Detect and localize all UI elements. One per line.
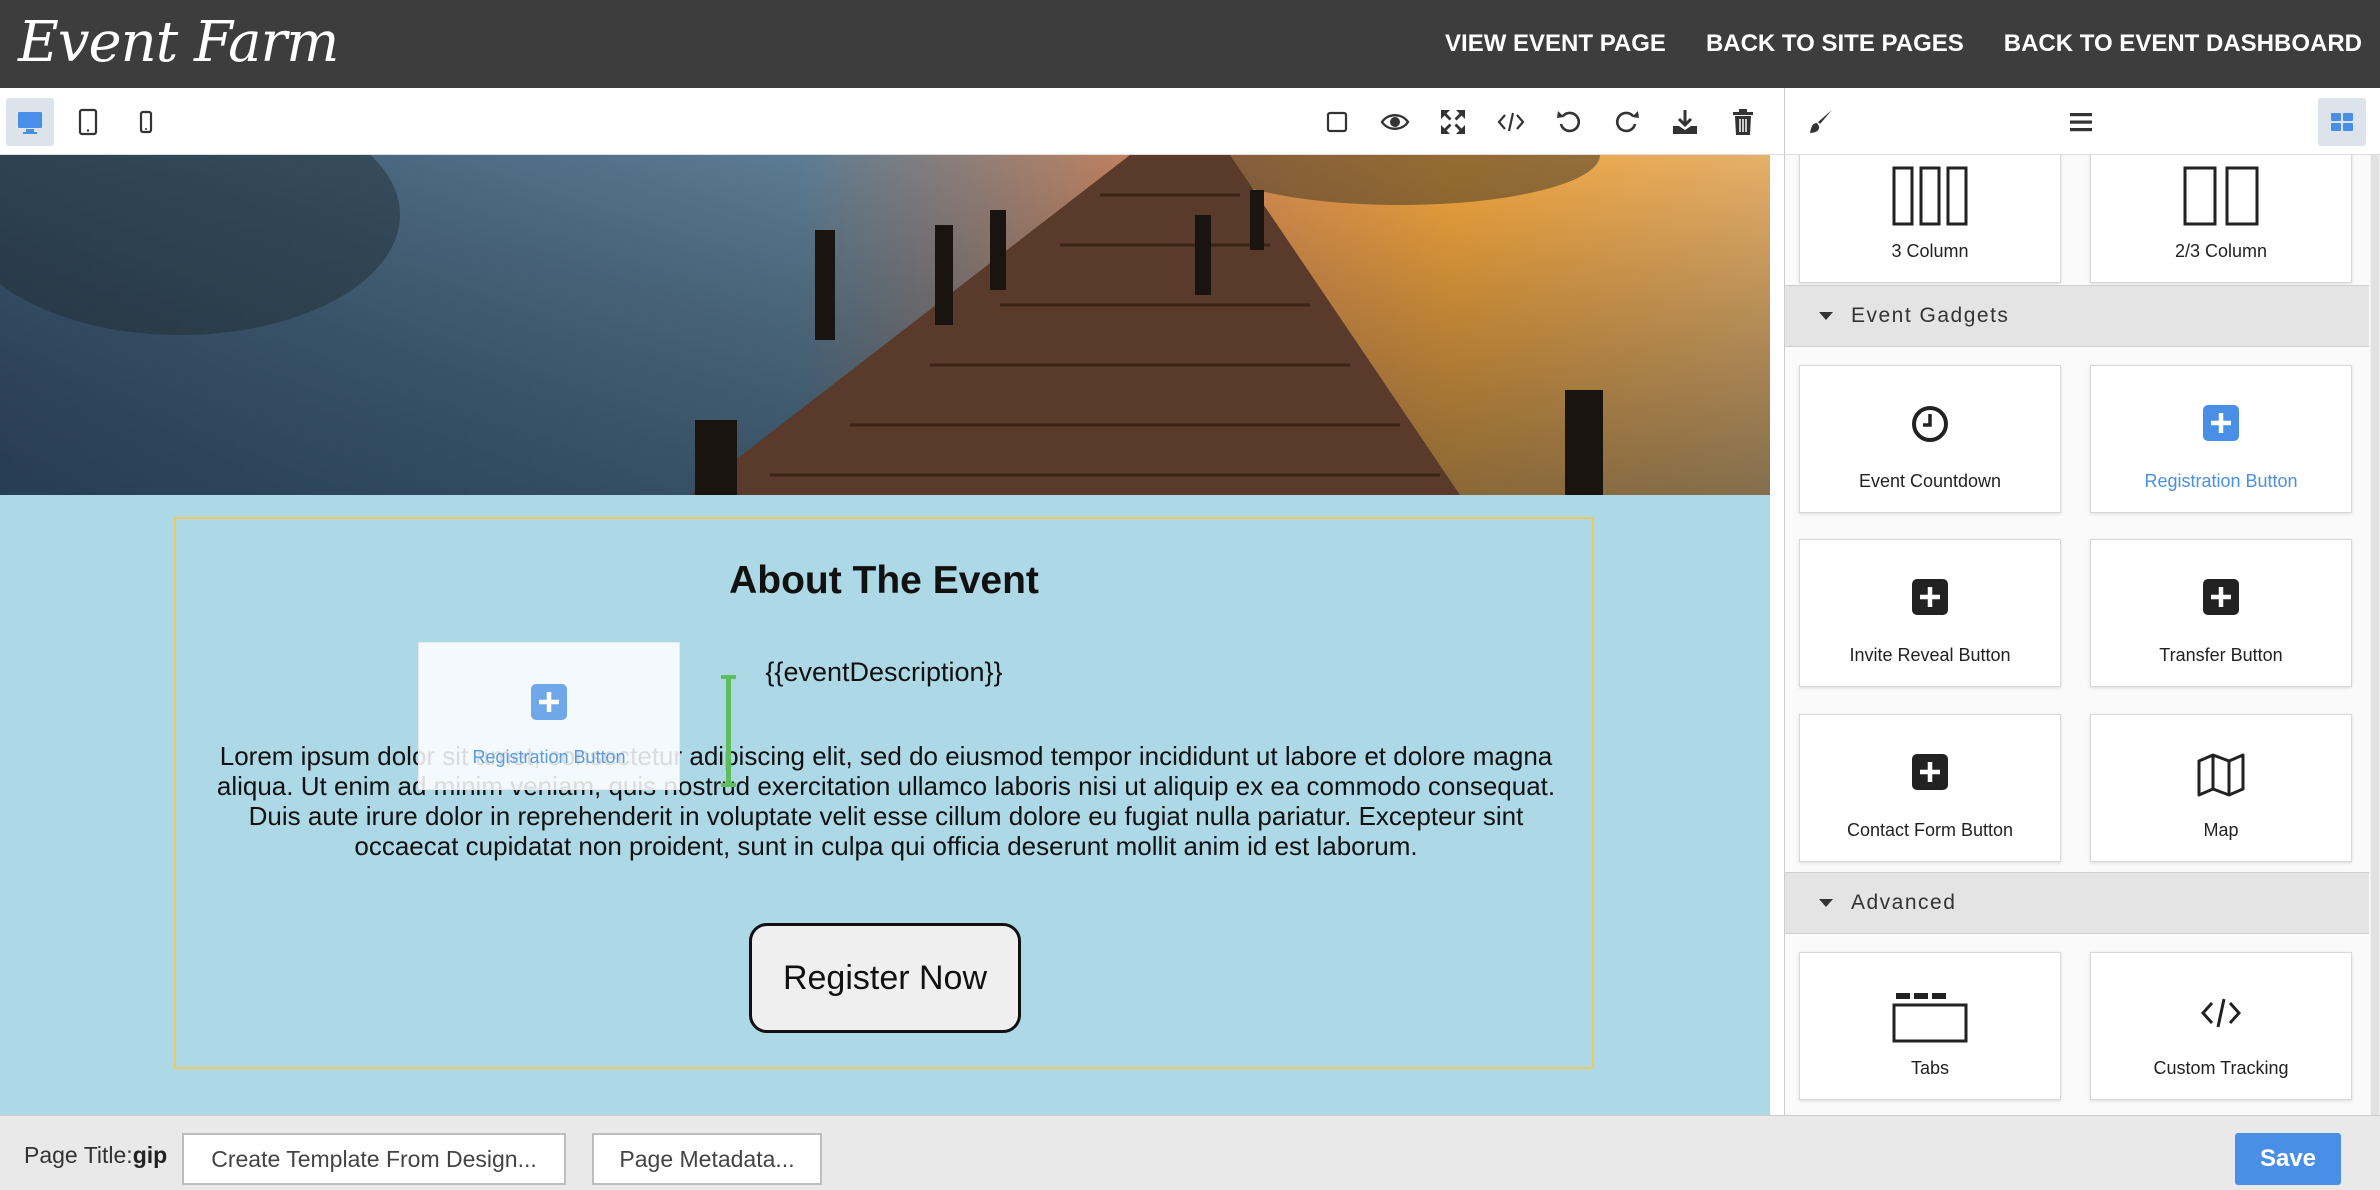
- eye-icon[interactable]: [1371, 98, 1419, 146]
- clock-icon: [1912, 406, 1948, 442]
- blocks-panel: 3 Column 2/3 Column Event Gadgets Event …: [1784, 155, 2380, 1115]
- section-title: Event Gadgets: [1851, 304, 2010, 327]
- block-label: Registration Button: [2144, 471, 2298, 491]
- top-nav: VIEW EVENT PAGE BACK TO SITE PAGES BACK …: [1445, 0, 2362, 88]
- plus-square-icon: [1912, 579, 1948, 615]
- save-button[interactable]: Save: [2235, 1133, 2341, 1185]
- block-label: Tabs: [1910, 1058, 1950, 1078]
- page-metadata-button[interactable]: Page Metadata...: [592, 1133, 822, 1185]
- block-contact-form-button[interactable]: Contact Form Button: [1799, 714, 2061, 862]
- desktop-icon[interactable]: [6, 98, 54, 146]
- two-column-icon: [2183, 166, 2259, 226]
- block-label: 3 Column: [1891, 241, 1969, 261]
- back-to-event-dashboard-link[interactable]: BACK TO EVENT DASHBOARD: [2004, 30, 2362, 58]
- block-label: Event Countdown: [1858, 471, 2002, 491]
- mobile-icon[interactable]: [122, 98, 170, 146]
- outline-square-icon[interactable]: [1313, 98, 1361, 146]
- hero-image: [0, 155, 1770, 495]
- three-column-icon: [1892, 166, 1968, 226]
- caret-down-icon: [1819, 312, 1833, 320]
- code-icon[interactable]: [1487, 98, 1535, 146]
- editor-toolbar: [0, 88, 1784, 155]
- block-label: Map: [2203, 820, 2239, 840]
- section-title: Advanced: [1851, 891, 1957, 914]
- blocks-grid-icon[interactable]: [2318, 98, 2366, 146]
- block-two-third-column[interactable]: 2/3 Column: [2090, 155, 2352, 283]
- bottom-bar: Page Title:gip Create Template From Desi…: [0, 1115, 2380, 1190]
- plus-square-icon: [531, 684, 567, 720]
- block-map[interactable]: Map: [2090, 714, 2352, 862]
- caret-down-icon: [1819, 899, 1833, 907]
- lorem-paragraph[interactable]: Lorem ipsum dolor sit amet, consectetur …: [198, 741, 1574, 861]
- paint-brush-icon[interactable]: [1797, 98, 1845, 146]
- top-bar: Event Farm VIEW EVENT PAGE BACK TO SITE …: [0, 0, 2380, 88]
- block-custom-tracking[interactable]: Custom Tracking: [2090, 952, 2352, 1100]
- layers-icon[interactable]: [2057, 98, 2105, 146]
- panel-scrollbar[interactable]: [2370, 155, 2380, 1115]
- view-event-page-link[interactable]: VIEW EVENT PAGE: [1445, 30, 1666, 58]
- block-label: 2/3 Column: [2174, 241, 2268, 261]
- drop-insert-marker: [721, 675, 736, 787]
- register-now-button[interactable]: Register Now: [749, 923, 1021, 1033]
- page-title-label: Page Title:: [24, 1142, 133, 1168]
- event-farm-logo[interactable]: Event Farm: [18, 10, 339, 75]
- event-description-placeholder[interactable]: {{eventDescription}}: [176, 657, 1592, 688]
- block-label: Custom Tracking: [2153, 1058, 2289, 1078]
- plus-square-icon: [2203, 579, 2239, 615]
- scrollbar-thumb[interactable]: [2371, 155, 2379, 1115]
- section-event-gadgets[interactable]: Event Gadgets: [1785, 285, 2369, 347]
- section-advanced[interactable]: Advanced: [1785, 872, 2369, 934]
- page-title: Page Title:gip: [24, 1142, 167, 1169]
- page-title-value[interactable]: gip: [133, 1142, 168, 1168]
- download-icon[interactable]: [1661, 98, 1709, 146]
- block-event-countdown[interactable]: Event Countdown: [1799, 365, 2061, 513]
- about-heading[interactable]: About The Event: [176, 559, 1592, 603]
- redo-icon[interactable]: [1603, 98, 1651, 146]
- block-three-column[interactable]: 3 Column: [1799, 155, 2061, 283]
- tabs-icon: [1892, 993, 1968, 1043]
- dragged-registration-button-block[interactable]: Registration Button: [418, 642, 680, 790]
- about-section[interactable]: About The Event {{eventDescription}} Lor…: [174, 517, 1594, 1069]
- page-canvas[interactable]: About The Event {{eventDescription}} Lor…: [0, 155, 1770, 1115]
- drag-ghost-label: Registration Button: [472, 747, 626, 767]
- trash-icon[interactable]: [1719, 98, 1767, 146]
- block-label: Transfer Button: [2159, 645, 2283, 665]
- create-template-button[interactable]: Create Template From Design...: [182, 1133, 566, 1185]
- code-icon: [2200, 998, 2242, 1028]
- map-icon: [2197, 753, 2245, 797]
- block-label: Invite Reveal Button: [1849, 645, 2011, 665]
- plus-square-icon: [2203, 405, 2239, 441]
- block-label: Contact Form Button: [1846, 820, 2014, 840]
- block-registration-button[interactable]: Registration Button: [2090, 365, 2352, 513]
- block-transfer-button[interactable]: Transfer Button: [2090, 539, 2352, 687]
- block-tabs[interactable]: Tabs: [1799, 952, 2061, 1100]
- fullscreen-icon[interactable]: [1429, 98, 1477, 146]
- back-to-site-pages-link[interactable]: BACK TO SITE PAGES: [1706, 30, 1964, 58]
- plus-square-icon: [1912, 754, 1948, 790]
- block-invite-reveal-button[interactable]: Invite Reveal Button: [1799, 539, 2061, 687]
- tablet-icon[interactable]: [64, 98, 112, 146]
- undo-icon[interactable]: [1545, 98, 1593, 146]
- panel-toolbar: [1784, 88, 2380, 155]
